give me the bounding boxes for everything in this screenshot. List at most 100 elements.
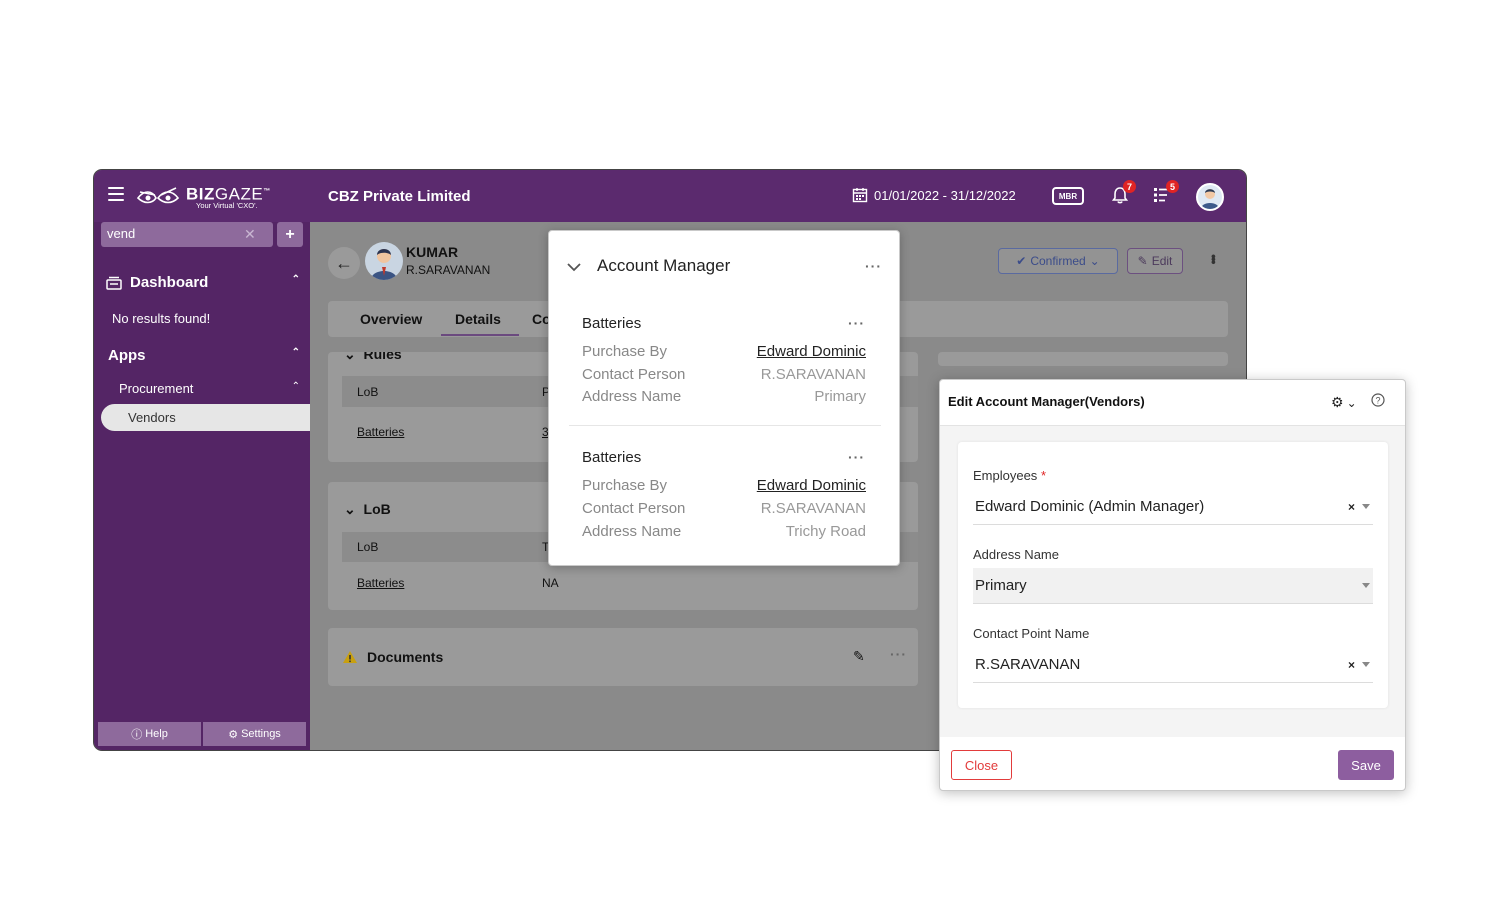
contact-person-value: R.SARAVANAN [760,500,866,517]
gear-icon: ⚙ [1331,394,1344,410]
pencil-icon[interactable]: ✎ [853,648,865,665]
employees-value: Edward Dominic (Admin Manager) [975,498,1205,515]
contact-point-select[interactable]: R.SARAVANAN × [973,647,1373,683]
settings-button[interactable]: ⚙ Settings [203,722,306,746]
clear-icon[interactable]: × [1348,658,1355,672]
rules-row-col1[interactable]: Batteries [357,425,404,439]
lob-row-col2: NA [542,576,559,590]
clear-icon[interactable]: × [1348,500,1355,514]
dropdown-arrow-icon [1362,662,1370,667]
purchase-by-label: Purchase By [582,477,668,494]
date-range-picker[interactable]: 01/01/2022 - 31/12/2022 [852,187,1016,203]
chevron-down-icon: ⌄ [1346,395,1357,410]
chevron-down-icon[interactable] [567,259,581,277]
right-card [938,352,1228,366]
vendor-contact: R.SARAVANAN [406,263,491,277]
warning-icon [343,651,357,663]
required-mark: * [1040,468,1046,483]
mbr-button[interactable]: MBR [1052,187,1084,205]
address-name-label: Address Name [582,523,682,540]
sidebar-item-procurement[interactable]: Procurement ⌃ [119,381,302,396]
menu-icon[interactable] [108,187,124,201]
more-options-icon[interactable]: ••• [1206,254,1222,263]
help-icon[interactable]: ? [1371,393,1385,412]
clear-search-icon[interactable]: ✕ [244,226,256,243]
save-button[interactable]: Save [1338,750,1394,780]
status-dropdown[interactable]: ✔ Confirmed ⌄ [998,248,1118,274]
address-name-select[interactable]: Primary [973,568,1373,604]
modal-body: Employees * Edward Dominic (Admin Manage… [940,426,1405,737]
more-options-icon[interactable]: ··· [848,449,865,465]
sidebar-item-vendors[interactable]: Vendors [101,404,313,431]
more-options-icon[interactable]: ··· [890,646,907,662]
popup-title: Account Manager [597,256,731,275]
popup-item-title: Batteries [582,315,642,332]
vendor-avatar-icon [371,249,397,280]
employees-select[interactable]: Edward Dominic (Admin Manager) × [973,489,1373,525]
sidebar-item-dashboard-label: Dashboard [130,274,209,291]
sidebar-item-apps[interactable]: Apps ⌃ [108,347,302,364]
contact-point-value: R.SARAVANAN [975,656,1081,673]
svg-text:?: ? [1375,396,1380,406]
sidebar-item-apps-label: Apps [108,347,146,364]
help-button[interactable]: ⓘ Help [98,722,201,746]
chevron-up-icon: ⌃ [291,381,300,392]
logo-tagline: Your Virtual 'CXO'. [196,201,258,211]
top-bar: BIZGAZE™ Your Virtual 'CXO'. CBZ Private… [94,170,1246,222]
modal-settings-button[interactable]: ⚙ ⌄ [1331,394,1357,411]
dropdown-arrow-icon [1362,583,1370,588]
sidebar-footer: ⓘ Help ⚙ Settings [98,722,306,746]
back-button[interactable]: ← [328,247,360,279]
form-card: Employees * Edward Dominic (Admin Manage… [958,442,1388,708]
edit-button[interactable]: ✎ Edit [1127,248,1183,274]
user-avatar-icon [1201,189,1219,209]
lob-title[interactable]: ⌄ LoB [344,501,391,518]
lob-row-col1[interactable]: Batteries [357,576,404,590]
sidebar-search-row: vend ✕ + [98,222,310,248]
account-manager-popup: Account Manager ··· Batteries ··· Purcha… [548,230,900,566]
contact-person-value: R.SARAVANAN [760,366,866,383]
chevron-up-icon: ⌃ [291,274,300,285]
more-options-icon[interactable]: ··· [848,315,865,331]
purchase-by-link[interactable]: Edward Dominic [757,477,866,494]
status-label: Confirmed [1030,254,1086,268]
rules-title-text: Rules [363,352,402,362]
sidebar: vend ✕ + Dashboard ⌃ No results found! A… [94,222,313,750]
close-button[interactable]: Close [951,750,1012,780]
more-options-icon[interactable]: ··· [865,258,882,274]
chevron-down-icon: ⌄ [344,501,356,517]
modal-title: Edit Account Manager(Vendors) [948,394,1145,409]
lob-title-text: LoB [363,501,391,517]
notifications-badge: 7 [1123,180,1136,193]
documents-card: Documents ✎ ··· [328,628,918,686]
pencil-icon: ✎ [1137,254,1148,268]
lob-header-col1: LoB [357,540,379,554]
tab-details[interactable]: Details [455,311,501,327]
tasks-button[interactable]: 5 [1153,180,1179,209]
company-name: CBZ Private Limited [328,188,471,205]
add-button[interactable]: + [277,222,303,247]
chevron-down-icon: ⌄ [344,352,356,362]
dropdown-arrow-icon [1362,504,1370,509]
gear-icon: ⚙ [228,728,239,741]
rules-header-col1: LoB [357,385,379,399]
help-label: Help [145,728,168,740]
active-tab-indicator [441,334,519,336]
notifications-button[interactable]: 7 [1111,180,1136,209]
edit-account-manager-modal: Edit Account Manager(Vendors) ⚙ ⌄ ? Empl… [939,379,1406,791]
divider [569,425,881,426]
purchase-by-link[interactable]: Edward Dominic [757,343,866,360]
user-avatar[interactable] [1196,183,1224,211]
contact-point-label: Contact Point Name [973,626,1090,641]
employees-label: Employees * [973,468,1046,483]
chevron-down-icon: ⌄ [1089,254,1100,268]
popup-item-title: Batteries [582,449,642,466]
settings-label: Settings [241,728,281,740]
address-name-value: Trichy Road [785,523,866,540]
tab-overview[interactable]: Overview [360,311,422,327]
logo-trademark: ™ [263,187,271,195]
arrow-left-icon: ← [335,252,353,273]
documents-title[interactable]: Documents [342,649,443,665]
vendor-avatar [365,242,403,280]
sidebar-item-dashboard[interactable]: Dashboard ⌃ [106,274,302,291]
